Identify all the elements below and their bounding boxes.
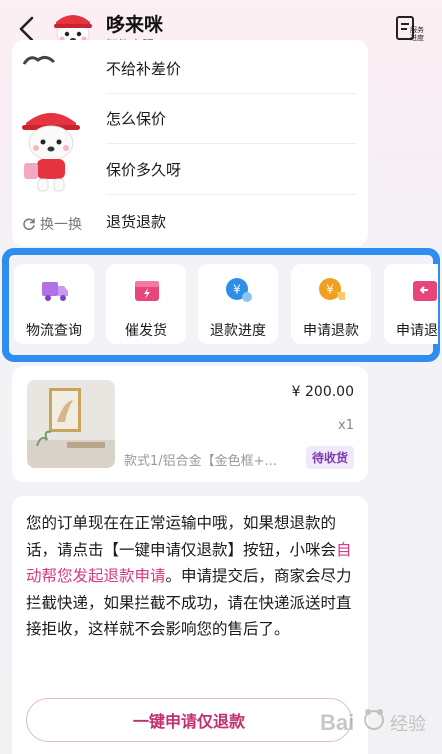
faq-item[interactable]: 不给补差价 xyxy=(106,44,356,94)
yuan-coin-icon: ¥ xyxy=(319,278,345,300)
quick-actions-row[interactable]: 物流查询 催发货 ¥ 退款进度 ¥ 申请退款 申请退货 xyxy=(14,264,438,348)
one-click-refund-button[interactable]: 一键申请仅退款 xyxy=(26,698,352,742)
yuan-search-icon: ¥ xyxy=(226,278,252,302)
quick-action-refund-progress[interactable]: ¥ 退款进度 xyxy=(198,264,278,344)
refresh-label: 换一换 xyxy=(40,217,82,233)
order-quantity: x1 xyxy=(338,418,354,433)
faq-item[interactable]: 退货退款 xyxy=(106,196,356,246)
truck-icon xyxy=(42,282,68,301)
service-progress-label: 服务 进度 xyxy=(410,26,424,42)
message-text: 您的订单现在在正常运输中哦，如果想退款的话，请点击【一键申请仅退款】按钮，小咪会… xyxy=(26,514,352,638)
baidu-watermark: Bai 经验 xyxy=(320,709,426,735)
bot-name: 哆来咪 xyxy=(106,14,164,36)
refresh-button[interactable]: 换一换 xyxy=(22,214,82,234)
order-spec: 款式1/铝合金【金色框+... xyxy=(124,454,277,469)
svg-text:¥: ¥ xyxy=(326,283,334,297)
order-card[interactable]: ¥ 200.00 x1 款式1/铝合金【金色框+... 待收货 xyxy=(12,366,368,482)
quick-action-apply-refund[interactable]: ¥ 申请退款 xyxy=(291,264,371,344)
mascot-fragment xyxy=(22,55,56,65)
product-image xyxy=(27,380,115,468)
svg-text:Bai: Bai xyxy=(320,710,354,735)
quick-action-apply-return[interactable]: 申请退货 xyxy=(384,264,438,344)
box-lightning-icon xyxy=(135,281,159,301)
status-badge: 待收货 xyxy=(305,446,354,469)
faq-item[interactable]: 怎么保价 xyxy=(106,94,356,144)
return-box-icon xyxy=(413,281,437,301)
mascot-illustration xyxy=(22,113,80,192)
svg-text:¥: ¥ xyxy=(233,283,241,297)
quick-action-urge-shipping[interactable]: 催发货 xyxy=(106,264,186,344)
message-card: 您的订单现在在正常运输中哦，如果想退款的话，请点击【一键申请仅退款】按钮，小咪会… xyxy=(12,496,368,754)
order-price: ¥ 200.00 xyxy=(291,384,354,400)
svg-text:经验: 经验 xyxy=(390,714,426,735)
faq-item[interactable]: 保价多久呀 xyxy=(106,145,356,195)
refresh-icon xyxy=(23,218,35,231)
quick-action-logistics[interactable]: 物流查询 xyxy=(14,264,94,344)
